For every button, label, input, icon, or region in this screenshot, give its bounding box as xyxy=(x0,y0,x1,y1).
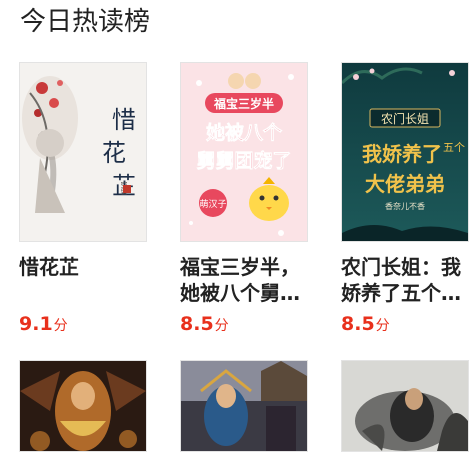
cover-char-1: 惜 xyxy=(112,106,136,134)
cover-line-3: 五个 xyxy=(443,141,465,154)
cover-char-2: 花 xyxy=(102,139,126,167)
book-card-1[interactable]: 惜 花 芷 空留 惜花芷 9.1分 xyxy=(19,62,147,338)
cover-art-4 xyxy=(20,361,146,451)
book-title-1[interactable]: 惜花芷 xyxy=(19,254,147,306)
cover-line-4: 大佬弟弟 xyxy=(365,172,445,196)
book-cover-3[interactable]: 农门长姐 我娇养了 五个 大佬弟弟 香奈儿不香 xyxy=(341,62,469,242)
cover-art-5 xyxy=(181,361,307,451)
book-cover-2[interactable]: 福宝三岁半 她被八个 舅舅团宠了 萌汉子 xyxy=(180,62,308,242)
cover-art-3: 农门长姐 我娇养了 五个 大佬弟弟 香奈儿不香 xyxy=(342,63,468,241)
book-cover-6[interactable] xyxy=(341,360,469,452)
book-title-2[interactable]: 福宝三岁半，她被八个舅… xyxy=(180,254,308,306)
book-cover-5[interactable] xyxy=(180,360,308,452)
rating-unit: 分 xyxy=(214,318,229,334)
cover-author-3: 香奈儿不香 xyxy=(385,201,425,211)
book-cover-1[interactable]: 惜 花 芷 空留 xyxy=(19,62,147,242)
book-card-5[interactable] xyxy=(180,360,308,452)
rating-unit: 分 xyxy=(375,318,390,334)
cover-line-3: 舅舅团宠了 xyxy=(196,149,291,172)
book-card-2[interactable]: 福宝三岁半 她被八个 舅舅团宠了 萌汉子 福宝三岁半，她被八个舅… 8.5分 xyxy=(180,62,308,338)
cover-line-2: 我娇养了 xyxy=(362,142,442,166)
book-cover-4[interactable] xyxy=(19,360,147,452)
book-rating-3: 8.5分 xyxy=(341,312,469,338)
book-rating-2: 8.5分 xyxy=(180,312,308,338)
rating-unit: 分 xyxy=(53,318,68,334)
book-card-4[interactable] xyxy=(19,360,147,452)
cover-line-2: 她被八个 xyxy=(206,121,283,144)
rating-score: 9.1 xyxy=(19,313,53,335)
book-title-3[interactable]: 农门长姐：我娇养了五个… xyxy=(341,254,469,306)
cover-art-6 xyxy=(342,361,468,451)
rating-score: 8.5 xyxy=(180,313,214,335)
section-title: 今日热读榜 xyxy=(20,7,151,37)
book-card-3[interactable]: 农门长姐 我娇养了 五个 大佬弟弟 香奈儿不香 农门长姐：我娇养了五个… 8.5… xyxy=(341,62,469,338)
cover-line-1: 福宝三岁半 xyxy=(213,96,274,111)
rating-score: 8.5 xyxy=(341,313,375,335)
book-rating-1: 9.1分 xyxy=(19,312,147,338)
cover-author-2: 萌汉子 xyxy=(199,198,226,210)
cover-line-1: 农门长姐 xyxy=(381,111,429,126)
cover-art-2: 福宝三岁半 她被八个 舅舅团宠了 萌汉子 xyxy=(181,63,307,241)
cover-art-1: 惜 花 芷 空留 xyxy=(20,63,146,241)
book-card-6[interactable] xyxy=(341,360,469,452)
